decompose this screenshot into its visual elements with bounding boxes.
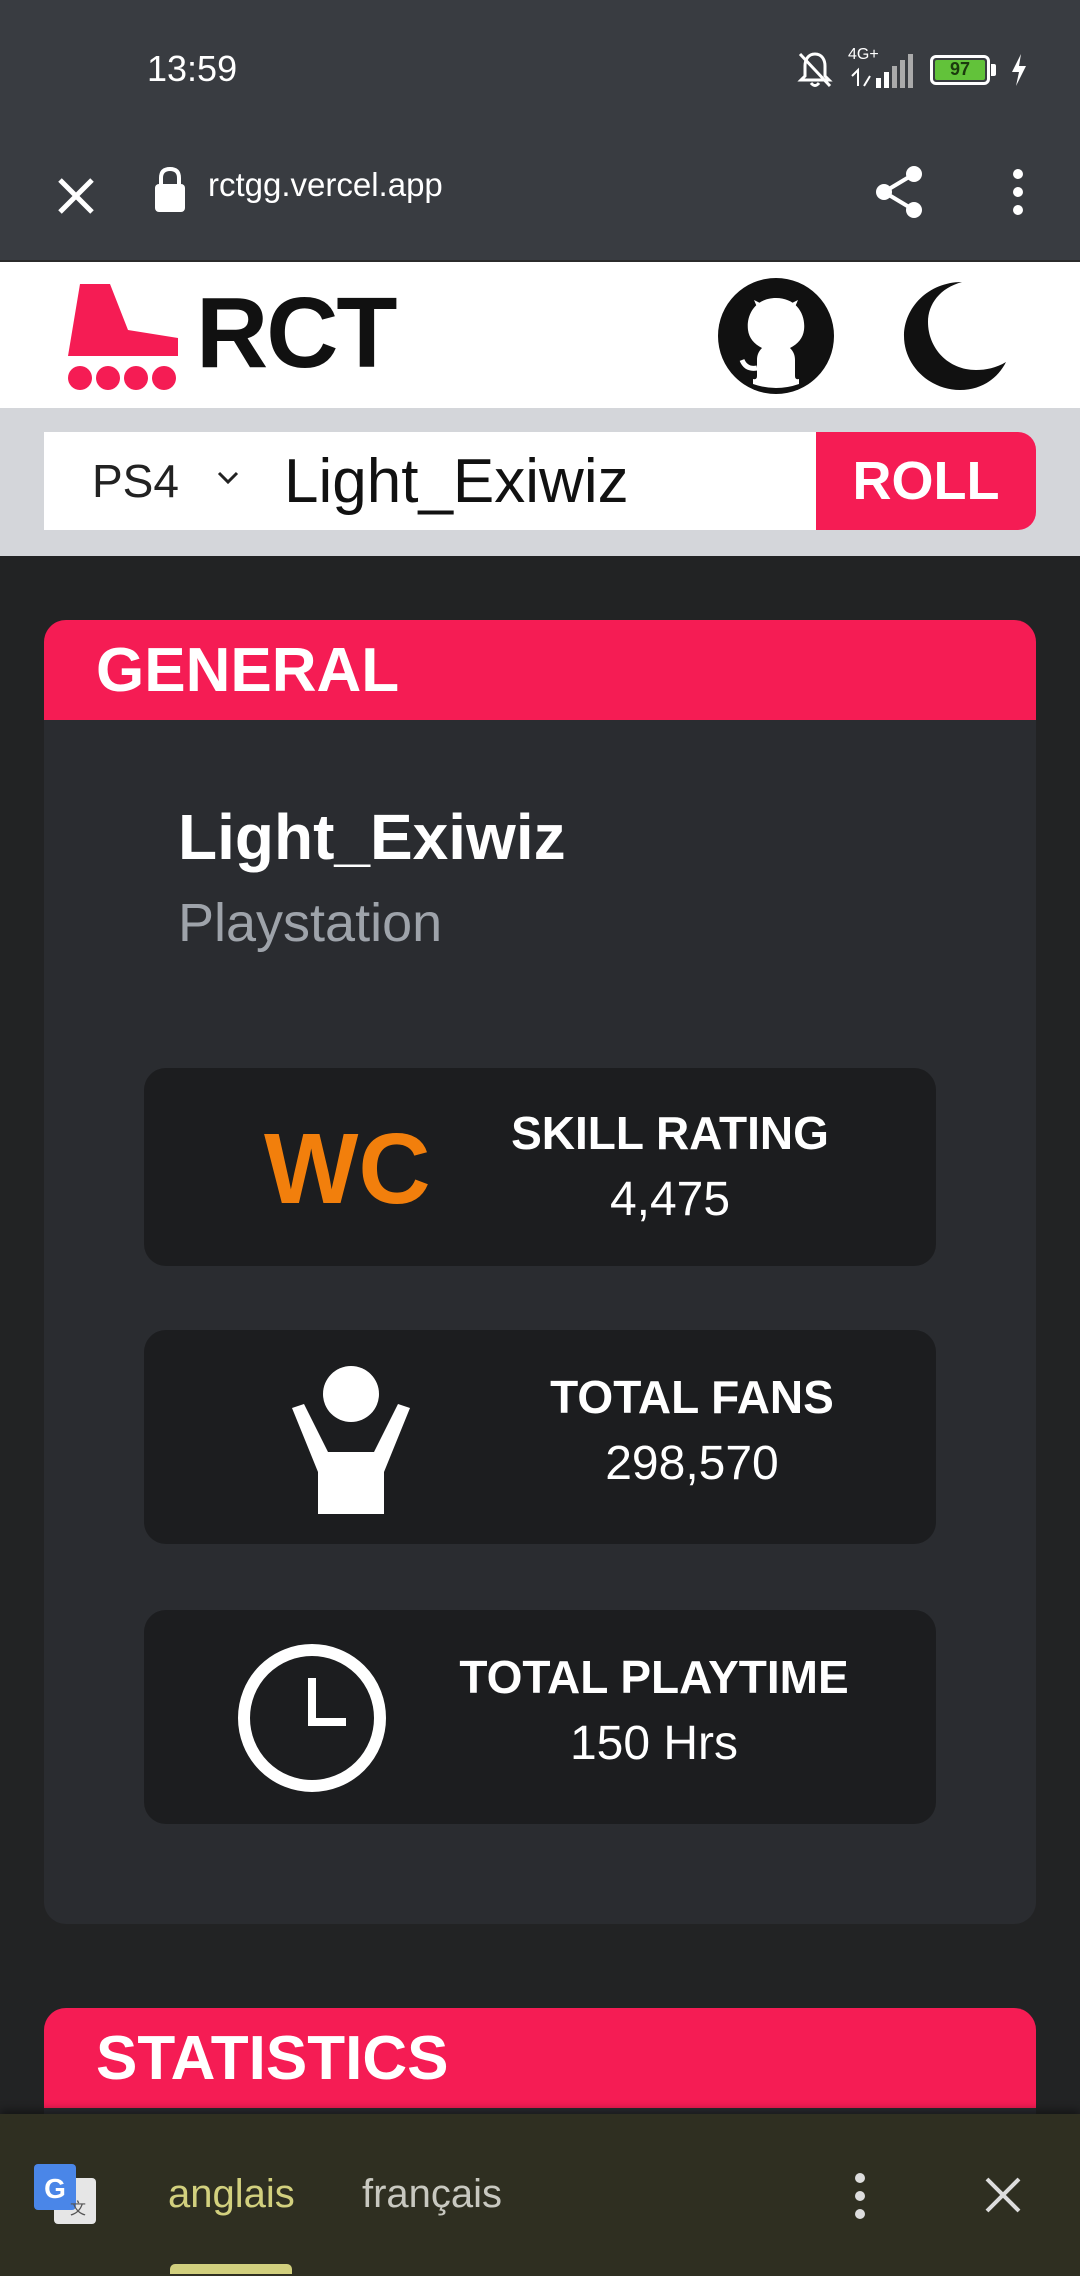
total-fans-label: TOTAL FANS (550, 1371, 834, 1423)
clock-icon (238, 1644, 386, 1792)
site-logo-text[interactable]: RCT (196, 276, 398, 391)
battery-level: 97 (949, 59, 971, 79)
lock-icon (155, 166, 185, 212)
network-indicator: 4G+ (848, 46, 916, 90)
status-bar: 13:59 4G+ 97 (0, 0, 1080, 140)
skill-rating-value: 4,475 (609, 1173, 731, 1226)
total-playtime-box: TOTAL PLAYTIME 150 Hrs (144, 1610, 936, 1824)
player-name: Light_Exiwiz (178, 801, 566, 873)
player-platform: Playstation (178, 893, 443, 953)
total-fans-box: TOTAL FANS 298,570 (144, 1330, 936, 1544)
moon-icon[interactable] (900, 278, 1010, 392)
url-display[interactable]: rctgg.vercel.app (208, 166, 443, 204)
statistics-card: STATISTICS (44, 2008, 1036, 2118)
close-icon (985, 2177, 1021, 2213)
total-fans-value: 298,570 (605, 1437, 779, 1490)
active-tab-indicator (170, 2264, 292, 2274)
status-icons: 4G+ 97 (796, 46, 1028, 92)
total-playtime-value: 150 Hrs (569, 1717, 739, 1770)
bell-muted-icon (797, 52, 833, 88)
general-card-header: GENERAL (44, 620, 1036, 720)
source-language-tab[interactable]: anglais (168, 2172, 295, 2217)
translate-options-button[interactable] (836, 2166, 884, 2226)
github-icon[interactable] (716, 276, 836, 396)
site-header: RCT (0, 260, 1080, 408)
platform-select[interactable]: PS4 (44, 432, 266, 530)
chevron-down-icon (217, 471, 239, 485)
svg-text:G: G (44, 2173, 66, 2204)
general-card: GENERAL Light_Exiwiz Playstation WC SKIL… (44, 620, 1036, 1924)
status-time: 13:59 (147, 48, 238, 89)
total-playtime-label: TOTAL PLAYTIME (459, 1651, 849, 1703)
svg-text:文: 文 (70, 2199, 86, 2218)
skill-rating-box: WC SKILL RATING 4,475 (144, 1068, 936, 1266)
close-icon (58, 178, 94, 214)
charging-icon (1012, 54, 1026, 86)
translate-bar: G 文 anglais français (0, 2114, 1080, 2276)
statistics-card-header: STATISTICS (44, 2008, 1036, 2108)
share-icon (876, 166, 922, 218)
more-vert-icon (1013, 169, 1023, 215)
username-input[interactable] (266, 432, 816, 530)
more-vert-icon (855, 2173, 865, 2219)
close-tab-button[interactable] (40, 160, 112, 232)
signal-icon (851, 54, 913, 88)
browser-toolbar: rctgg.vercel.app (0, 140, 1080, 260)
skill-rating-label: SKILL RATING (511, 1107, 829, 1159)
battery-indicator: 97 (930, 55, 996, 85)
browser-menu-button[interactable] (982, 156, 1054, 228)
search-bar: PS4 ROLL (0, 408, 1080, 556)
translate-close-button[interactable] (970, 2162, 1036, 2228)
target-language-tab[interactable]: français (362, 2172, 502, 2217)
google-translate-icon[interactable]: G 文 (32, 2162, 98, 2228)
person-cheering-icon (292, 1366, 410, 1514)
platform-select-value: PS4 (92, 455, 179, 507)
roll-button[interactable]: ROLL (816, 432, 1036, 530)
rollerskate-logo-icon[interactable] (66, 284, 182, 392)
rank-badge: WC (264, 1113, 431, 1225)
share-button[interactable] (864, 156, 936, 228)
